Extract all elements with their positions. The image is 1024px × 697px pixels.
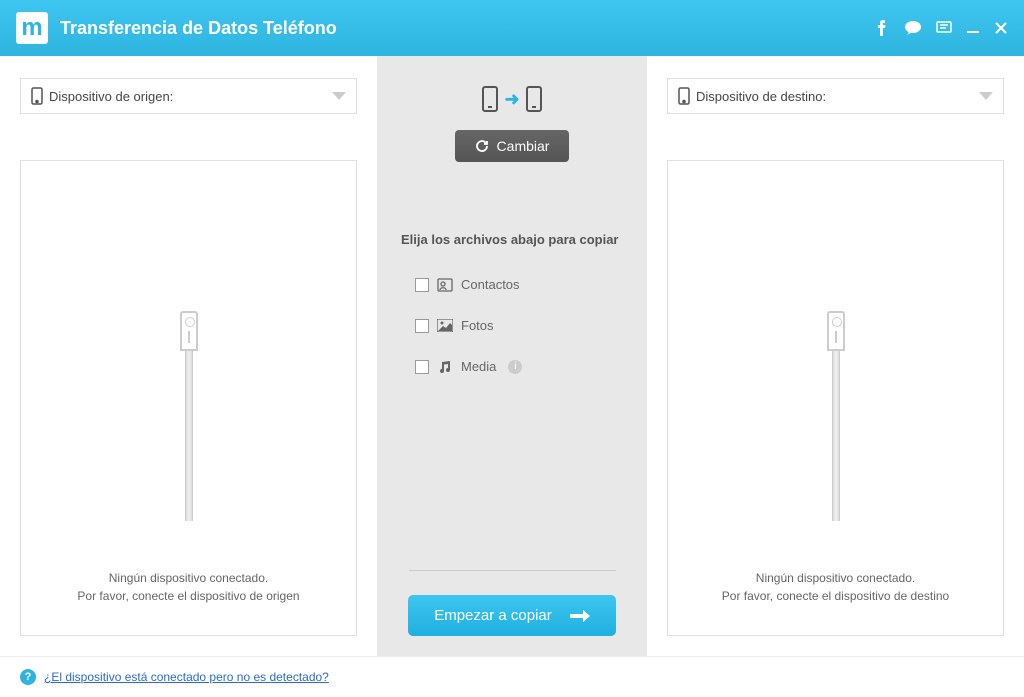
transfer-direction-icon: ➜	[482, 86, 541, 112]
help-icon: ?	[20, 669, 36, 685]
source-no-device-message: Ningún dispositivo conectado. Por favor,…	[77, 569, 299, 605]
chevron-down-icon	[979, 92, 993, 100]
destination-device-box: Ningún dispositivo conectado. Por favor,…	[667, 160, 1004, 636]
source-device-box: Ningún dispositivo conectado. Por favor,…	[20, 160, 357, 636]
media-icon	[437, 360, 453, 374]
photos-label: Fotos	[461, 318, 494, 333]
refresh-icon	[475, 139, 489, 153]
header-actions	[874, 20, 1008, 36]
help-link[interactable]: ¿El dispositivo está conectado pero no e…	[44, 670, 329, 684]
source-device-select[interactable]: Dispositivo de origen:	[20, 78, 357, 114]
file-item-contacts: Contactos	[415, 277, 627, 292]
chat-icon[interactable]	[904, 20, 922, 36]
info-icon[interactable]: i	[508, 360, 522, 374]
source-device-label: Dispositivo de origen:	[49, 89, 332, 104]
contacts-label: Contactos	[461, 277, 520, 292]
swap-button-label: Cambiar	[497, 138, 550, 154]
source-panel: Dispositivo de origen: Ningún dispositiv…	[0, 56, 377, 656]
file-item-media: Media i	[415, 359, 627, 374]
photos-checkbox[interactable]	[415, 319, 429, 333]
start-copy-button[interactable]: Empezar a copiar	[408, 595, 616, 636]
photos-icon	[437, 319, 453, 332]
center-panel: ➜ Cambiar Elija los archivos abajo para …	[377, 56, 647, 656]
media-checkbox[interactable]	[415, 360, 429, 374]
arrow-right-icon: ➜	[504, 89, 519, 110]
footer: ? ¿El dispositivo está conectado pero no…	[0, 656, 1024, 697]
start-copy-label: Empezar a copiar	[434, 607, 552, 624]
close-icon[interactable]	[994, 21, 1008, 35]
phone-icon	[31, 87, 43, 105]
app-logo: m	[16, 12, 48, 44]
destination-device-label: Dispositivo de destino:	[696, 89, 979, 104]
chevron-down-icon	[332, 92, 346, 100]
feedback-icon[interactable]	[936, 20, 952, 36]
divider	[409, 570, 616, 571]
destination-panel: Dispositivo de destino: Ningún dispositi…	[647, 56, 1024, 656]
destination-no-device-message: Ningún dispositivo conectado. Por favor,…	[722, 569, 949, 605]
media-label: Media	[461, 359, 496, 374]
file-item-photos: Fotos	[415, 318, 627, 333]
app-header: m Transferencia de Datos Teléfono	[0, 0, 1024, 56]
contacts-icon	[437, 278, 453, 292]
destination-device-select[interactable]: Dispositivo de destino:	[667, 78, 1004, 114]
contacts-checkbox[interactable]	[415, 278, 429, 292]
usb-cable-icon	[827, 311, 845, 521]
minimize-icon[interactable]	[966, 21, 980, 35]
usb-cable-icon	[180, 311, 198, 521]
choose-files-title: Elija los archivos abajo para copiar	[397, 232, 618, 247]
arrow-right-icon	[570, 610, 590, 622]
facebook-icon[interactable]	[874, 20, 890, 36]
phone-icon	[678, 87, 690, 105]
swap-button[interactable]: Cambiar	[455, 130, 570, 162]
main-content: Dispositivo de origen: Ningún dispositiv…	[0, 56, 1024, 656]
phone-icon	[482, 86, 498, 112]
phone-icon	[526, 86, 542, 112]
file-type-list: Contactos Fotos Media i	[397, 277, 627, 400]
app-title: Transferencia de Datos Teléfono	[60, 18, 874, 39]
